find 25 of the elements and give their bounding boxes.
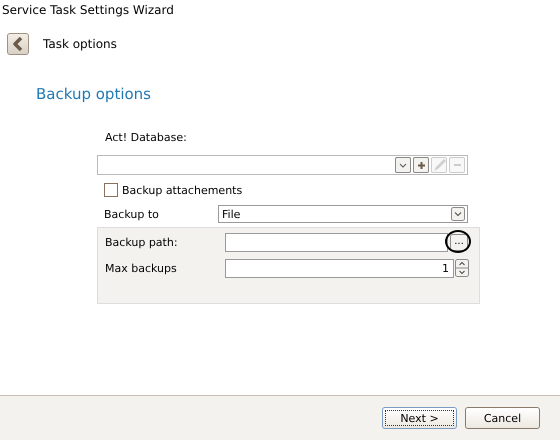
step-title: Task options [43, 37, 117, 51]
plus-icon [418, 162, 424, 168]
field-label: Act! Database: [105, 131, 188, 144]
chevron-down-icon [399, 162, 407, 168]
section-title: Backup options [36, 85, 152, 103]
next-button[interactable]: Next > [382, 407, 457, 429]
field-label: Backup to [103, 208, 160, 220]
back-button[interactable] [7, 33, 29, 55]
browse-button[interactable]: ... [450, 234, 468, 250]
field-label: Backup path: [104, 236, 179, 248]
field-label: Max backups [104, 262, 178, 274]
backup-to-dropdown[interactable]: File [218, 205, 468, 223]
dropdown-button[interactable] [395, 157, 411, 173]
backup-path-field[interactable] [225, 232, 448, 252]
add-button[interactable] [413, 157, 429, 173]
pencil-icon [432, 157, 446, 173]
chevron-left-icon [13, 37, 23, 51]
cancel-button[interactable]: Cancel [465, 407, 540, 429]
minus-icon [454, 164, 460, 166]
spinner-arrows-icon [455, 259, 469, 277]
window-title: Service Task Settings Wizard [1, 2, 175, 19]
database-field[interactable] [97, 155, 468, 175]
max-backups-field[interactable]: 1 [225, 258, 454, 278]
checkbox[interactable] [104, 183, 118, 197]
checkbox-label: Backup attachements [122, 184, 242, 196]
